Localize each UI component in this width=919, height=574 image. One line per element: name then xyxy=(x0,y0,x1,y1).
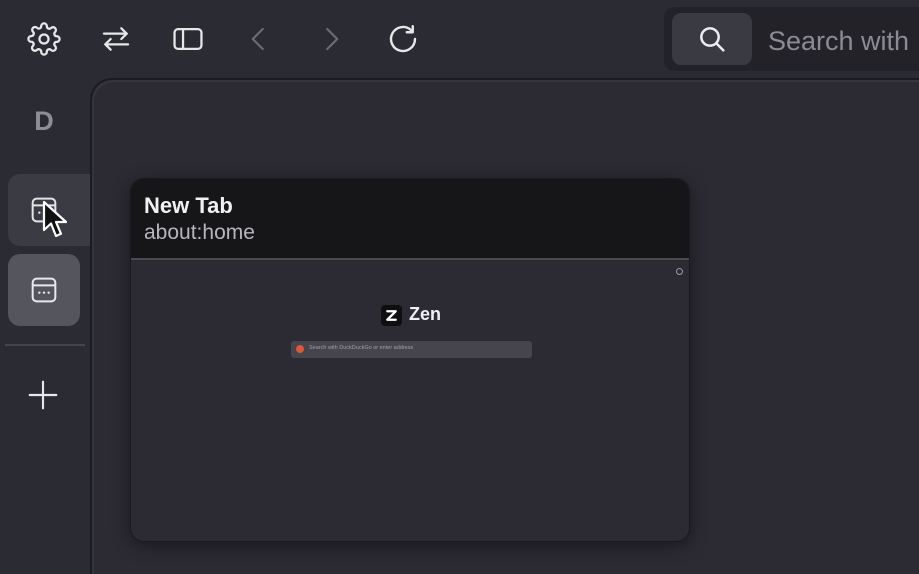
mouse-cursor-icon xyxy=(42,200,68,238)
thumbnail-settings-icon xyxy=(676,268,683,275)
url-bar[interactable]: Search with xyxy=(664,7,919,71)
sidebar-icon xyxy=(173,27,203,51)
tab-preview-header: New Tab about:home xyxy=(131,179,689,260)
tab-page-icon xyxy=(31,277,57,303)
chevron-left-icon xyxy=(251,27,264,51)
search-icon xyxy=(700,27,725,52)
sidebar-separator xyxy=(5,344,85,346)
browser-window: Search with D New Tab about:home Zen Sea… xyxy=(0,0,919,574)
reload-button[interactable] xyxy=(381,17,425,61)
thumbnail-search-box: Search with DuckDuckGo or enter address xyxy=(291,341,532,358)
tab-preview-url: about:home xyxy=(144,221,255,244)
settings-button[interactable] xyxy=(22,17,66,61)
duckduckgo-icon xyxy=(296,345,304,353)
forward-button[interactable] xyxy=(309,17,353,61)
reload-icon xyxy=(389,25,417,53)
new-tab-button[interactable] xyxy=(21,373,65,417)
sidebar-tab-new-tab-active[interactable] xyxy=(8,254,80,326)
chevron-right-icon xyxy=(326,27,339,51)
tab-preview-popup: New Tab about:home Zen Search with DuckD… xyxy=(130,178,690,542)
tab-preview-thumbnail xyxy=(131,260,689,541)
plus-icon xyxy=(28,380,58,410)
zen-brand-name: Zen xyxy=(409,304,442,324)
arrows-swap-icon xyxy=(102,27,130,51)
thumbnail-search-placeholder: Search with DuckDuckGo or enter address xyxy=(309,345,414,351)
url-placeholder: Search with xyxy=(768,26,910,56)
workspace-indicator[interactable]: D xyxy=(28,106,60,142)
search-button[interactable] xyxy=(672,13,752,65)
zen-logo-icon xyxy=(381,305,402,326)
sidebar-toggle-button[interactable] xyxy=(166,17,210,61)
swap-button[interactable] xyxy=(94,17,138,61)
tab-preview-title: New Tab xyxy=(144,193,233,218)
back-button[interactable] xyxy=(237,17,281,61)
gear-icon xyxy=(27,22,61,56)
